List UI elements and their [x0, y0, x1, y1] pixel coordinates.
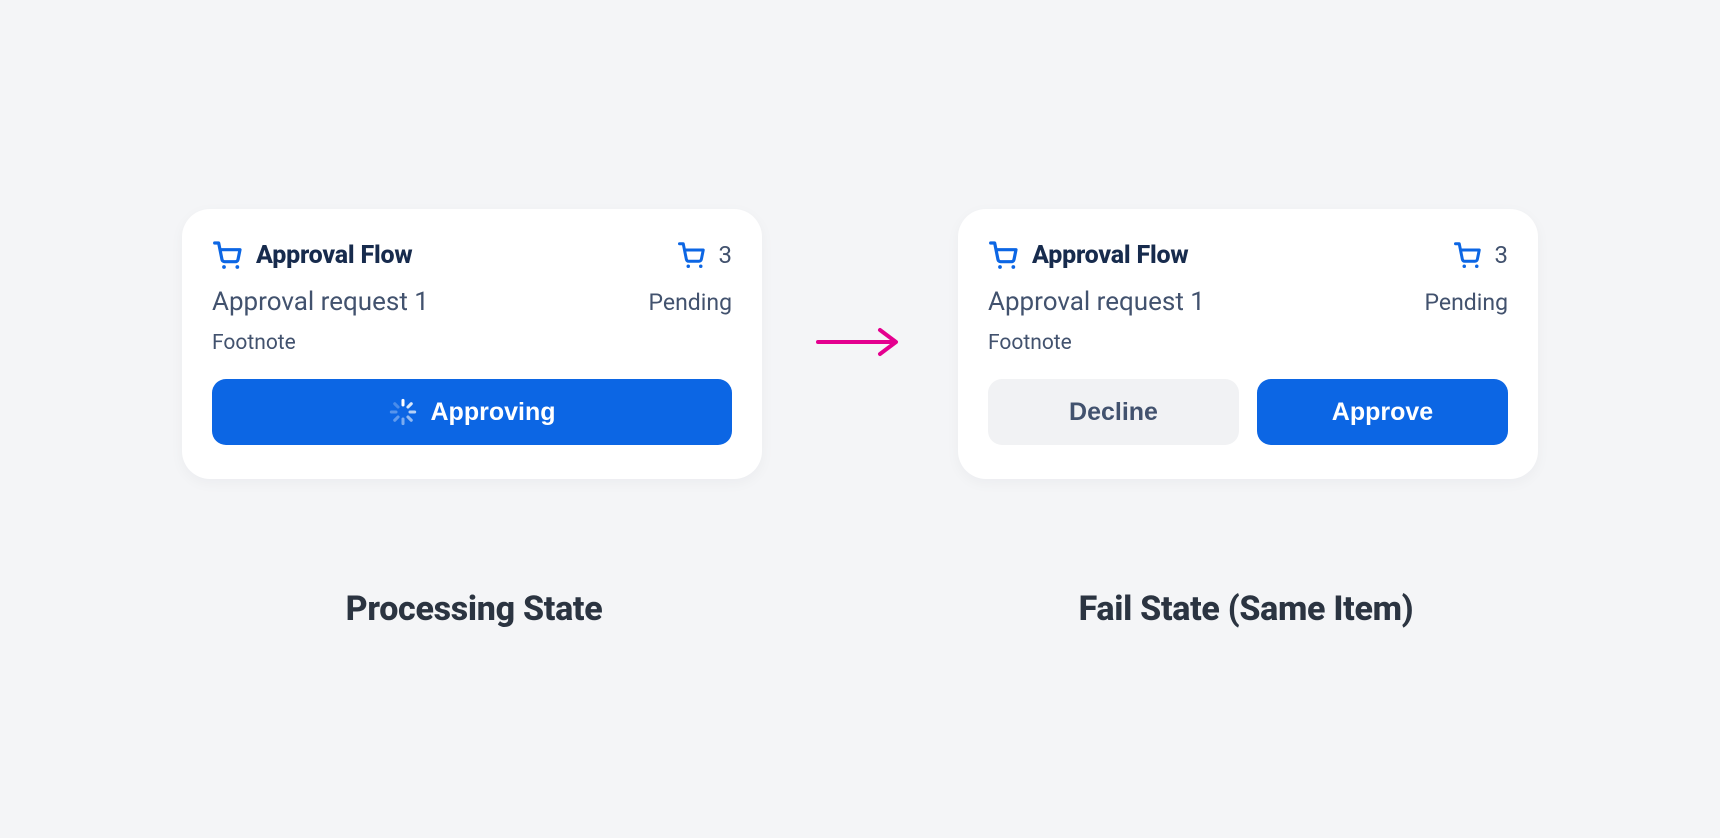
diagram-stage: Approval Flow 3 Approval request 1 Pend	[0, 0, 1720, 838]
approving-button[interactable]: Approving	[212, 379, 732, 445]
footnote-text: Footnote	[212, 331, 732, 355]
cart-icon	[212, 239, 244, 271]
item-count: 3	[1495, 241, 1509, 269]
spinner-icon	[389, 398, 417, 426]
card-title: Approval Flow	[1032, 241, 1188, 270]
cart-icon	[988, 239, 1020, 271]
processing-card: Approval Flow 3 Approval request 1 Pend	[182, 209, 762, 479]
request-title: Approval request 1	[212, 287, 429, 317]
approving-label: Approving	[431, 398, 556, 427]
decline-label: Decline	[1069, 398, 1158, 427]
processing-caption: Processing State	[184, 589, 764, 629]
cards-row: Approval Flow 3 Approval request 1 Pend	[182, 209, 1538, 479]
fail-caption: Fail State (Same Item)	[956, 589, 1536, 629]
card-header: Approval Flow 3	[988, 239, 1508, 271]
status-badge: Pending	[649, 289, 732, 316]
footnote-text: Footnote	[988, 331, 1508, 355]
card-header: Approval Flow 3	[212, 239, 732, 271]
fail-state-card: Approval Flow 3 Approval request 1 Pend	[958, 209, 1538, 479]
card-title: Approval Flow	[256, 241, 412, 270]
status-badge: Pending	[1425, 289, 1508, 316]
item-count: 3	[719, 241, 733, 269]
decline-button[interactable]: Decline	[988, 379, 1239, 445]
approve-button[interactable]: Approve	[1257, 379, 1508, 445]
approve-label: Approve	[1332, 398, 1433, 427]
captions-row: Processing State Fail State (Same Item)	[0, 589, 1720, 629]
request-title: Approval request 1	[988, 287, 1205, 317]
cart-icon	[1453, 240, 1483, 270]
arrow-icon	[814, 322, 906, 366]
cart-icon	[677, 240, 707, 270]
